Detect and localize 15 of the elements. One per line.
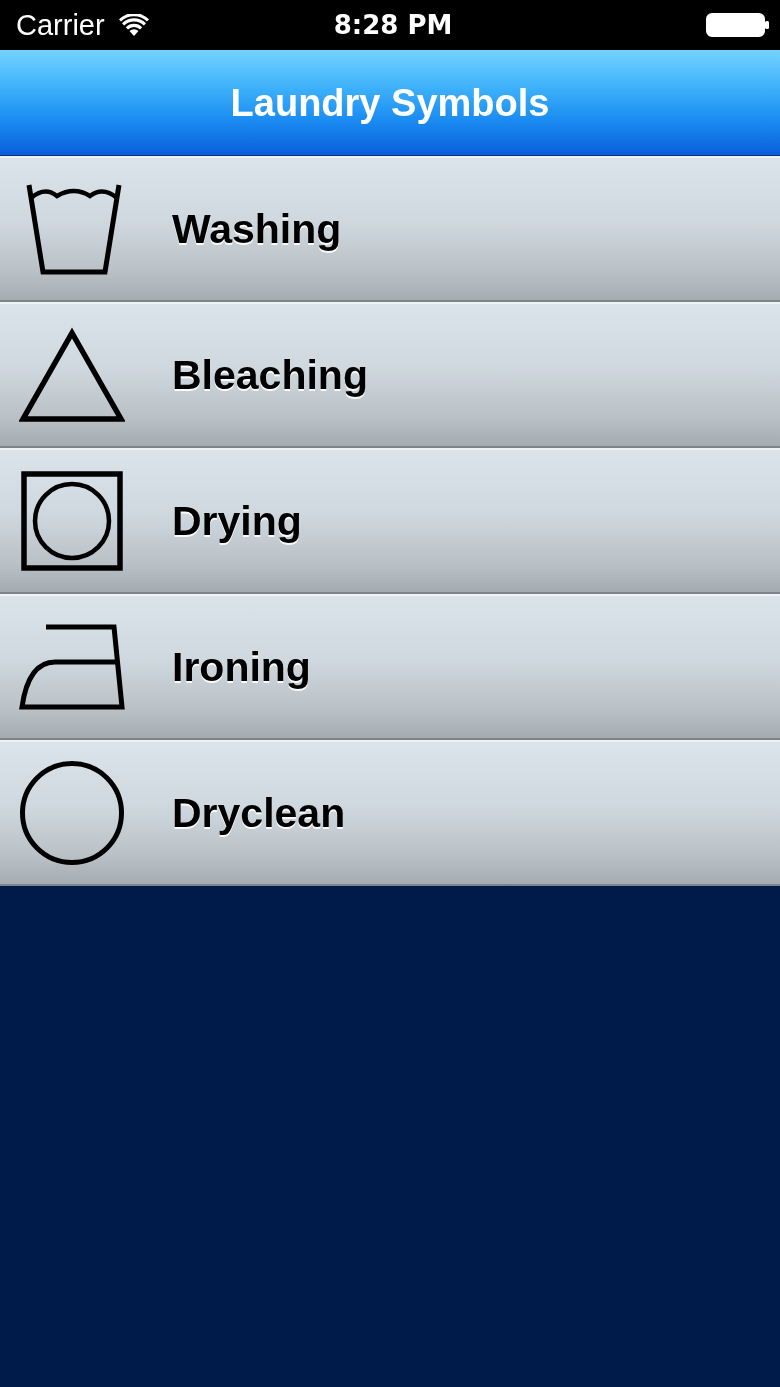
category-row[interactable]: Ironing xyxy=(0,594,780,740)
time-label: 8:28 PM xyxy=(333,9,453,42)
category-row[interactable]: Dryclean xyxy=(0,740,780,886)
nav-title: Laundry Symbols xyxy=(230,80,550,126)
category-row[interactable]: Drying xyxy=(0,448,780,594)
carrier-label: Carrier xyxy=(16,8,105,42)
washtub-icon xyxy=(26,183,122,275)
circle-in-square-icon xyxy=(21,471,123,571)
category-row[interactable]: Bleaching xyxy=(0,302,780,448)
triangle-icon xyxy=(19,327,125,423)
wifi-icon xyxy=(118,14,149,36)
circle-icon xyxy=(19,761,125,865)
iron-icon xyxy=(19,624,125,710)
battery-icon xyxy=(706,13,770,37)
category-row[interactable]: Washing xyxy=(0,156,780,302)
